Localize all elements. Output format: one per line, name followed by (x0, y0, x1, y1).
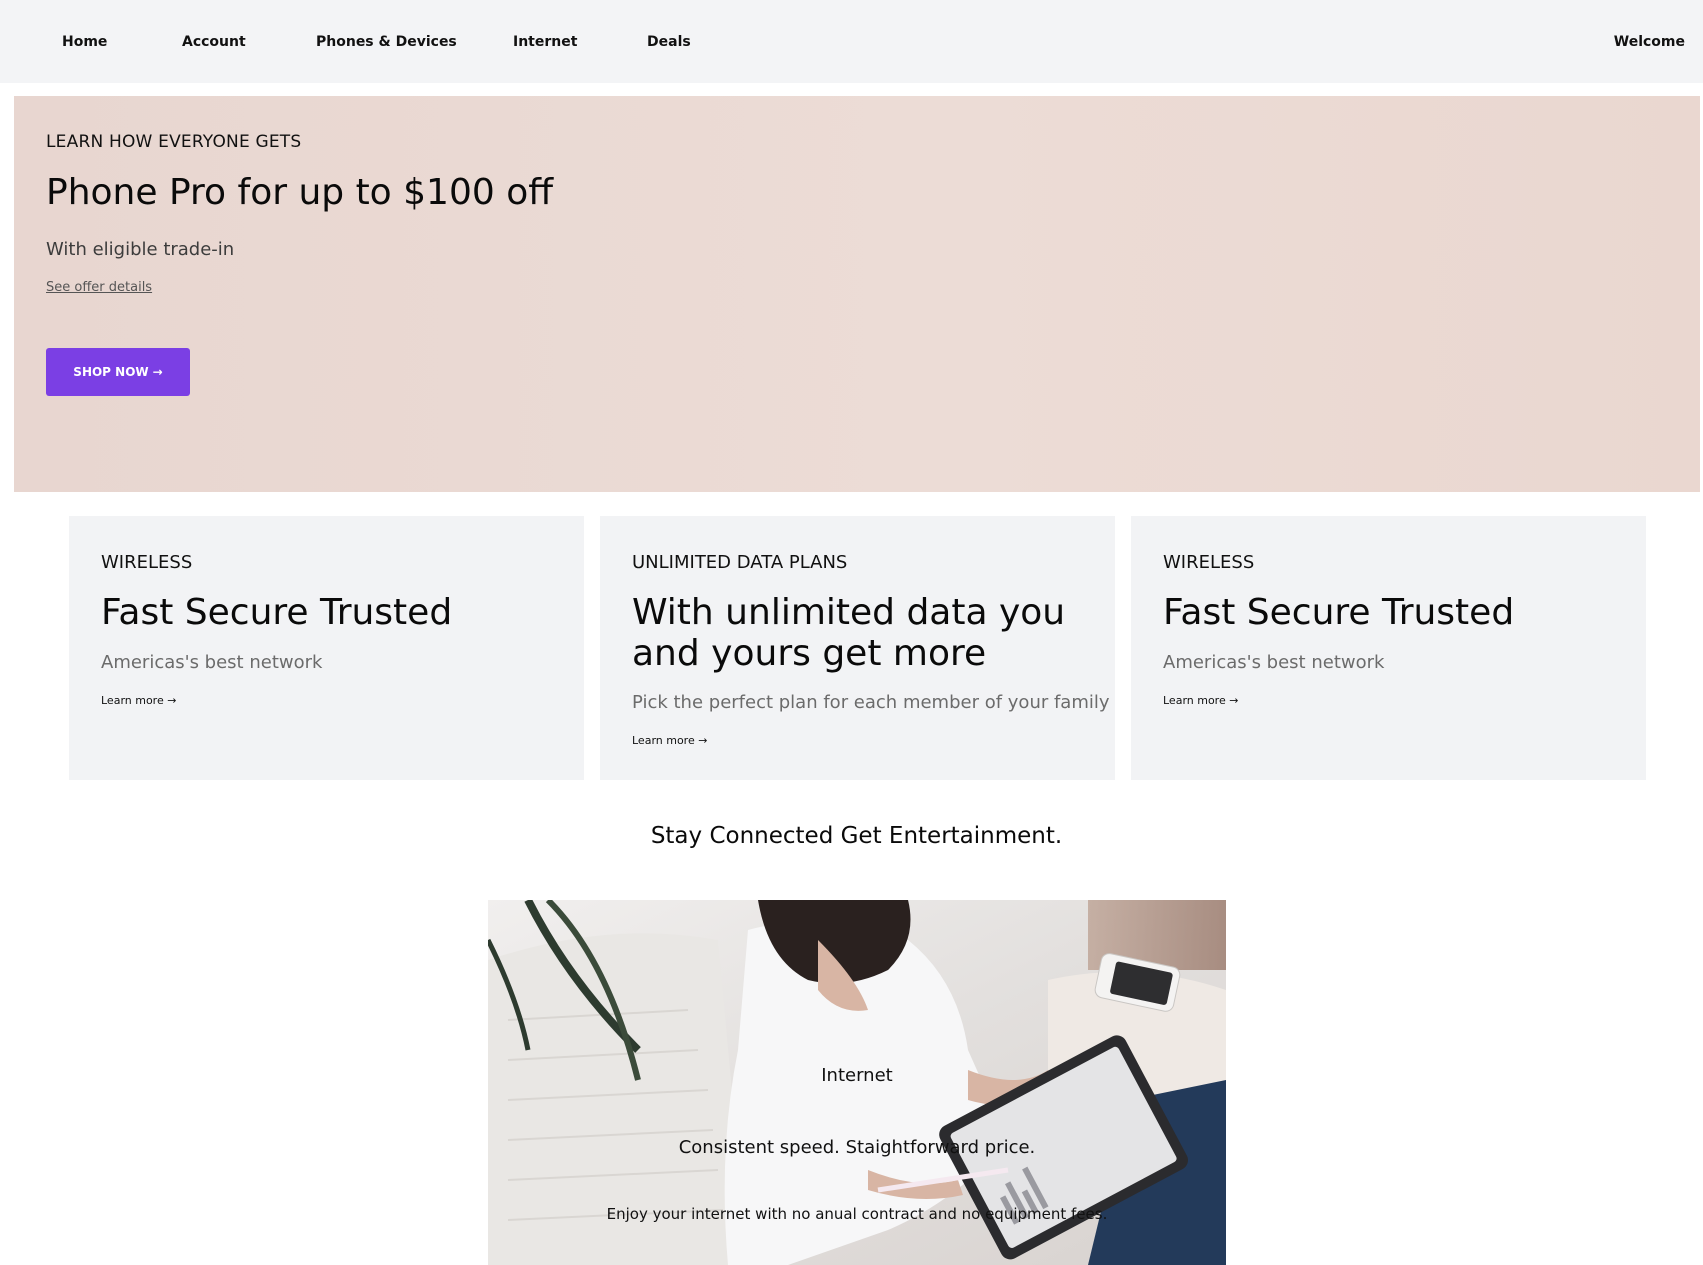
hero-subtitle: With eligible trade-in (46, 239, 235, 260)
shop-now-button[interactable]: SHOP NOW → (46, 348, 190, 396)
card-eyebrow: WIRELESS (1163, 552, 1255, 573)
hero-eyebrow: LEARN HOW EVERYONE GETS (46, 132, 302, 152)
welcome-link[interactable]: Welcome (1614, 34, 1685, 50)
card-title: Fast Secure Trusted (101, 592, 453, 633)
learn-more-link[interactable]: Learn more → (632, 734, 707, 747)
section-title: Stay Connected Get Entertainment. (650, 823, 1063, 849)
card-eyebrow: WIRELESS (101, 552, 193, 573)
feature-body: Enjoy your internet with no anual contra… (606, 1205, 1108, 1223)
feature-headline: Consistent speed. Staightforward price. (678, 1137, 1036, 1158)
top-nav: Home Account Phones & Devices Internet D… (0, 0, 1703, 83)
arrow-right-icon: → (152, 365, 163, 379)
learn-more-link[interactable]: Learn more → (1163, 694, 1238, 707)
internet-promo-image: Internet Consistent speed. Staightforwar… (488, 900, 1226, 1265)
card-title: Fast Secure Trusted (1163, 592, 1515, 633)
nav-item-account[interactable]: Account (182, 34, 246, 50)
feature-card-wireless-1: WIRELESS Fast Secure Trusted Americas's … (69, 516, 584, 780)
nav-item-home[interactable]: Home (62, 34, 107, 50)
feature-card-unlimited-data: UNLIMITED DATA PLANS With unlimited data… (600, 516, 1115, 780)
shop-now-label: SHOP NOW (73, 365, 149, 379)
feature-label: Internet (821, 1065, 893, 1086)
nav-item-internet[interactable]: Internet (513, 34, 577, 50)
card-description: Pick the perfect plan for each member of… (632, 692, 1110, 713)
card-eyebrow: UNLIMITED DATA PLANS (632, 552, 848, 573)
nav-item-phones-devices[interactable]: Phones & Devices (316, 34, 457, 50)
feature-card-wireless-2: WIRELESS Fast Secure Trusted Americas's … (1131, 516, 1646, 780)
learn-more-link[interactable]: Learn more → (101, 694, 176, 707)
offer-details-link[interactable]: See offer details (46, 280, 152, 295)
hero-title: Phone Pro for up to $100 off (46, 172, 554, 213)
card-title: With unlimited data you and yours get mo… (632, 592, 1066, 674)
card-description: Americas's best network (101, 652, 323, 673)
hero-banner: LEARN HOW EVERYONE GETS Phone Pro for up… (14, 96, 1700, 492)
card-description: Americas's best network (1163, 652, 1385, 673)
nav-item-deals[interactable]: Deals (647, 34, 691, 50)
